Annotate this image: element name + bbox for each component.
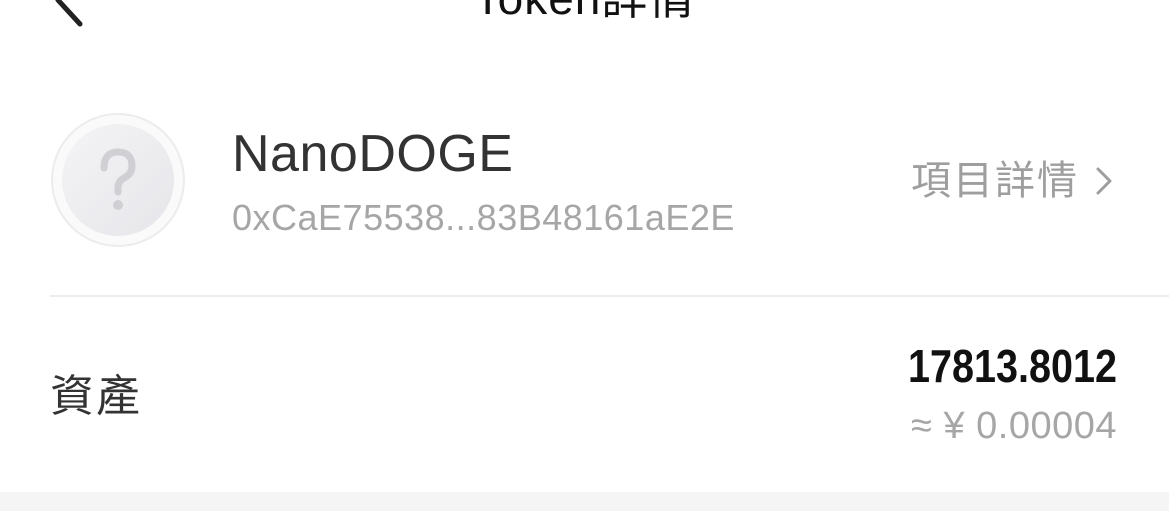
page-title: Token詳情 [0, 0, 1169, 26]
token-info-row: NanoDOGE 0xCaE75538...83B48161aE2E 項目詳情 [0, 100, 1169, 260]
token-name: NanoDOGE [232, 125, 514, 183]
project-detail-label: 項目詳情 [911, 159, 1079, 203]
asset-fiat-value: ≈ ¥ 0.00004 [911, 405, 1117, 447]
token-detail-page: Token詳情 NanoDOGE 0xCaE75538...83B48161aE… [0, 0, 1169, 511]
token-contract-address[interactable]: 0xCaE75538...83B48161aE2E [232, 196, 735, 240]
section-separator [0, 492, 1169, 511]
asset-amount: 17813.8012 [907, 340, 1117, 392]
divider [50, 295, 1169, 297]
project-detail-link[interactable]: 項目詳情 [911, 156, 1113, 206]
question-mark-icon [50, 112, 186, 248]
chevron-right-icon [1095, 166, 1113, 196]
asset-label: 資產 [50, 372, 142, 421]
